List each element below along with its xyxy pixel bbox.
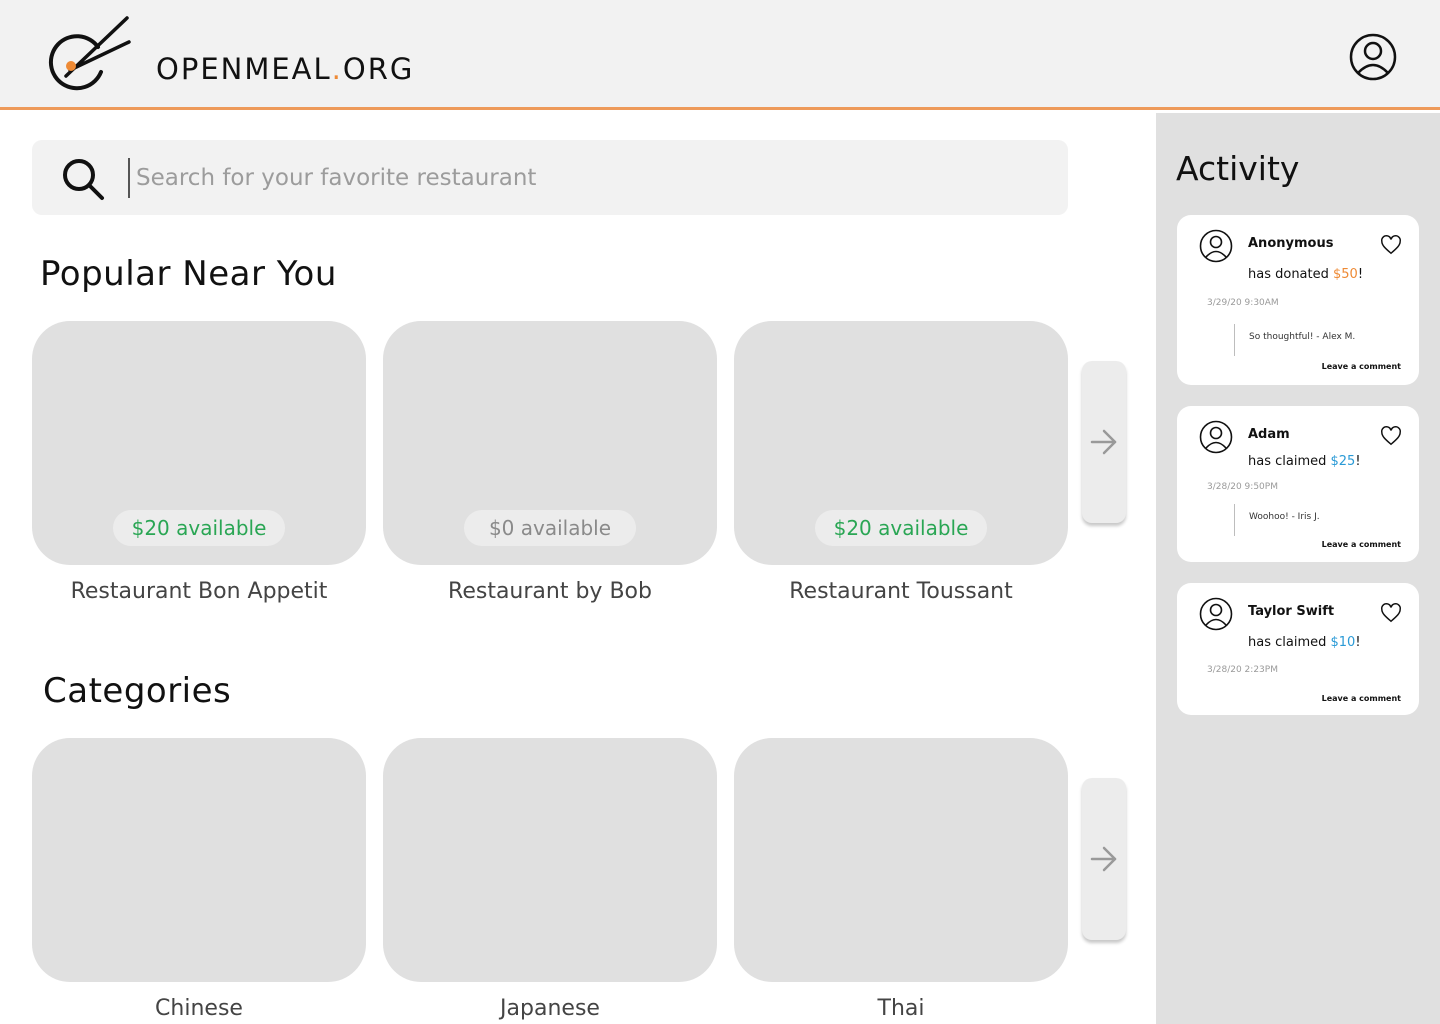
activity-timestamp: 3/29/20 9:30AM [1207, 298, 1279, 308]
restaurant-card[interactable]: $20 available [734, 321, 1068, 565]
popular-section-title: Popular Near You [40, 254, 337, 294]
activity-amount: $50 [1333, 267, 1358, 282]
activity-timestamp: 3/28/20 2:23PM [1207, 665, 1278, 675]
popular-next-button[interactable] [1082, 361, 1126, 523]
category-card-chinese[interactable] [32, 738, 366, 982]
activity-message: has claimed $25! [1248, 454, 1361, 469]
user-circle-icon[interactable] [1348, 32, 1398, 82]
arrow-right-icon [1090, 429, 1117, 455]
heart-icon[interactable] [1380, 425, 1402, 447]
restaurant-name[interactable]: Restaurant Bon Appetit [32, 579, 366, 604]
leave-comment-link[interactable]: Leave a comment [1322, 362, 1401, 371]
activity-comment: So thoughtful! - Alex M. [1234, 324, 1384, 356]
category-name[interactable]: Japanese [383, 996, 717, 1021]
activity-card: Adam has claimed $25! 3/28/20 9:50PM Woo… [1177, 406, 1419, 562]
search-icon[interactable] [60, 156, 106, 202]
brand-name[interactable]: OPENMEAL.ORG [156, 52, 414, 86]
activity-suffix: ! [1355, 635, 1361, 650]
activity-panel: Activity Anonymous has donated $50! 3/29… [1156, 113, 1440, 1024]
brand-dot: . [331, 52, 343, 86]
restaurant-name[interactable]: Restaurant by Bob [383, 579, 717, 604]
heart-icon[interactable] [1380, 602, 1402, 624]
activity-message: has donated $50! [1248, 267, 1363, 282]
search-bar [32, 140, 1068, 215]
activity-comment: Woohoo! - Iris J. [1234, 504, 1384, 536]
activity-user-name[interactable]: Taylor Swift [1248, 604, 1334, 619]
user-avatar-icon [1199, 229, 1233, 263]
activity-user-name[interactable]: Anonymous [1248, 236, 1333, 251]
availability-badge: $20 available [113, 510, 285, 546]
leave-comment-link[interactable]: Leave a comment [1322, 540, 1401, 549]
restaurant-card[interactable]: $0 available [383, 321, 717, 565]
categories-next-button[interactable] [1082, 778, 1126, 940]
activity-suffix: ! [1357, 267, 1364, 282]
activity-action: has claimed [1248, 454, 1331, 469]
category-name[interactable]: Thai [734, 996, 1068, 1021]
categories-section-title: Categories [43, 671, 232, 711]
activity-suffix: ! [1355, 454, 1361, 469]
category-card-japanese[interactable] [383, 738, 717, 982]
activity-action: has claimed [1248, 635, 1331, 650]
category-card-thai[interactable] [734, 738, 1068, 982]
activity-amount: $25 [1330, 454, 1356, 469]
restaurant-card[interactable]: $20 available [32, 321, 366, 565]
chopsticks-plate-icon[interactable] [40, 14, 136, 98]
leave-comment-link[interactable]: Leave a comment [1322, 694, 1401, 703]
user-avatar-icon [1199, 420, 1233, 454]
heart-icon[interactable] [1380, 234, 1402, 256]
availability-badge: $0 available [464, 510, 636, 546]
activity-card: Taylor Swift has claimed $10! 3/28/20 2:… [1177, 583, 1419, 715]
activity-timestamp: 3/28/20 9:50PM [1207, 482, 1278, 492]
restaurant-name[interactable]: Restaurant Toussant [734, 579, 1068, 604]
activity-card: Anonymous has donated $50! 3/29/20 9:30A… [1177, 215, 1419, 385]
search-input[interactable] [128, 158, 1028, 198]
activity-message: has claimed $10! [1248, 635, 1361, 650]
activity-user-name[interactable]: Adam [1248, 427, 1290, 442]
activity-action: has donated [1248, 267, 1334, 282]
arrow-right-icon [1090, 846, 1117, 872]
brand-tld: ORG [342, 52, 415, 86]
activity-amount: $10 [1330, 635, 1356, 650]
availability-badge: $20 available [815, 510, 987, 546]
user-avatar-icon [1199, 597, 1233, 631]
brand-main: OPENMEAL [156, 52, 332, 86]
category-name[interactable]: Chinese [32, 996, 366, 1021]
top-header: OPENMEAL.ORG [0, 0, 1440, 110]
activity-title: Activity [1176, 149, 1300, 188]
